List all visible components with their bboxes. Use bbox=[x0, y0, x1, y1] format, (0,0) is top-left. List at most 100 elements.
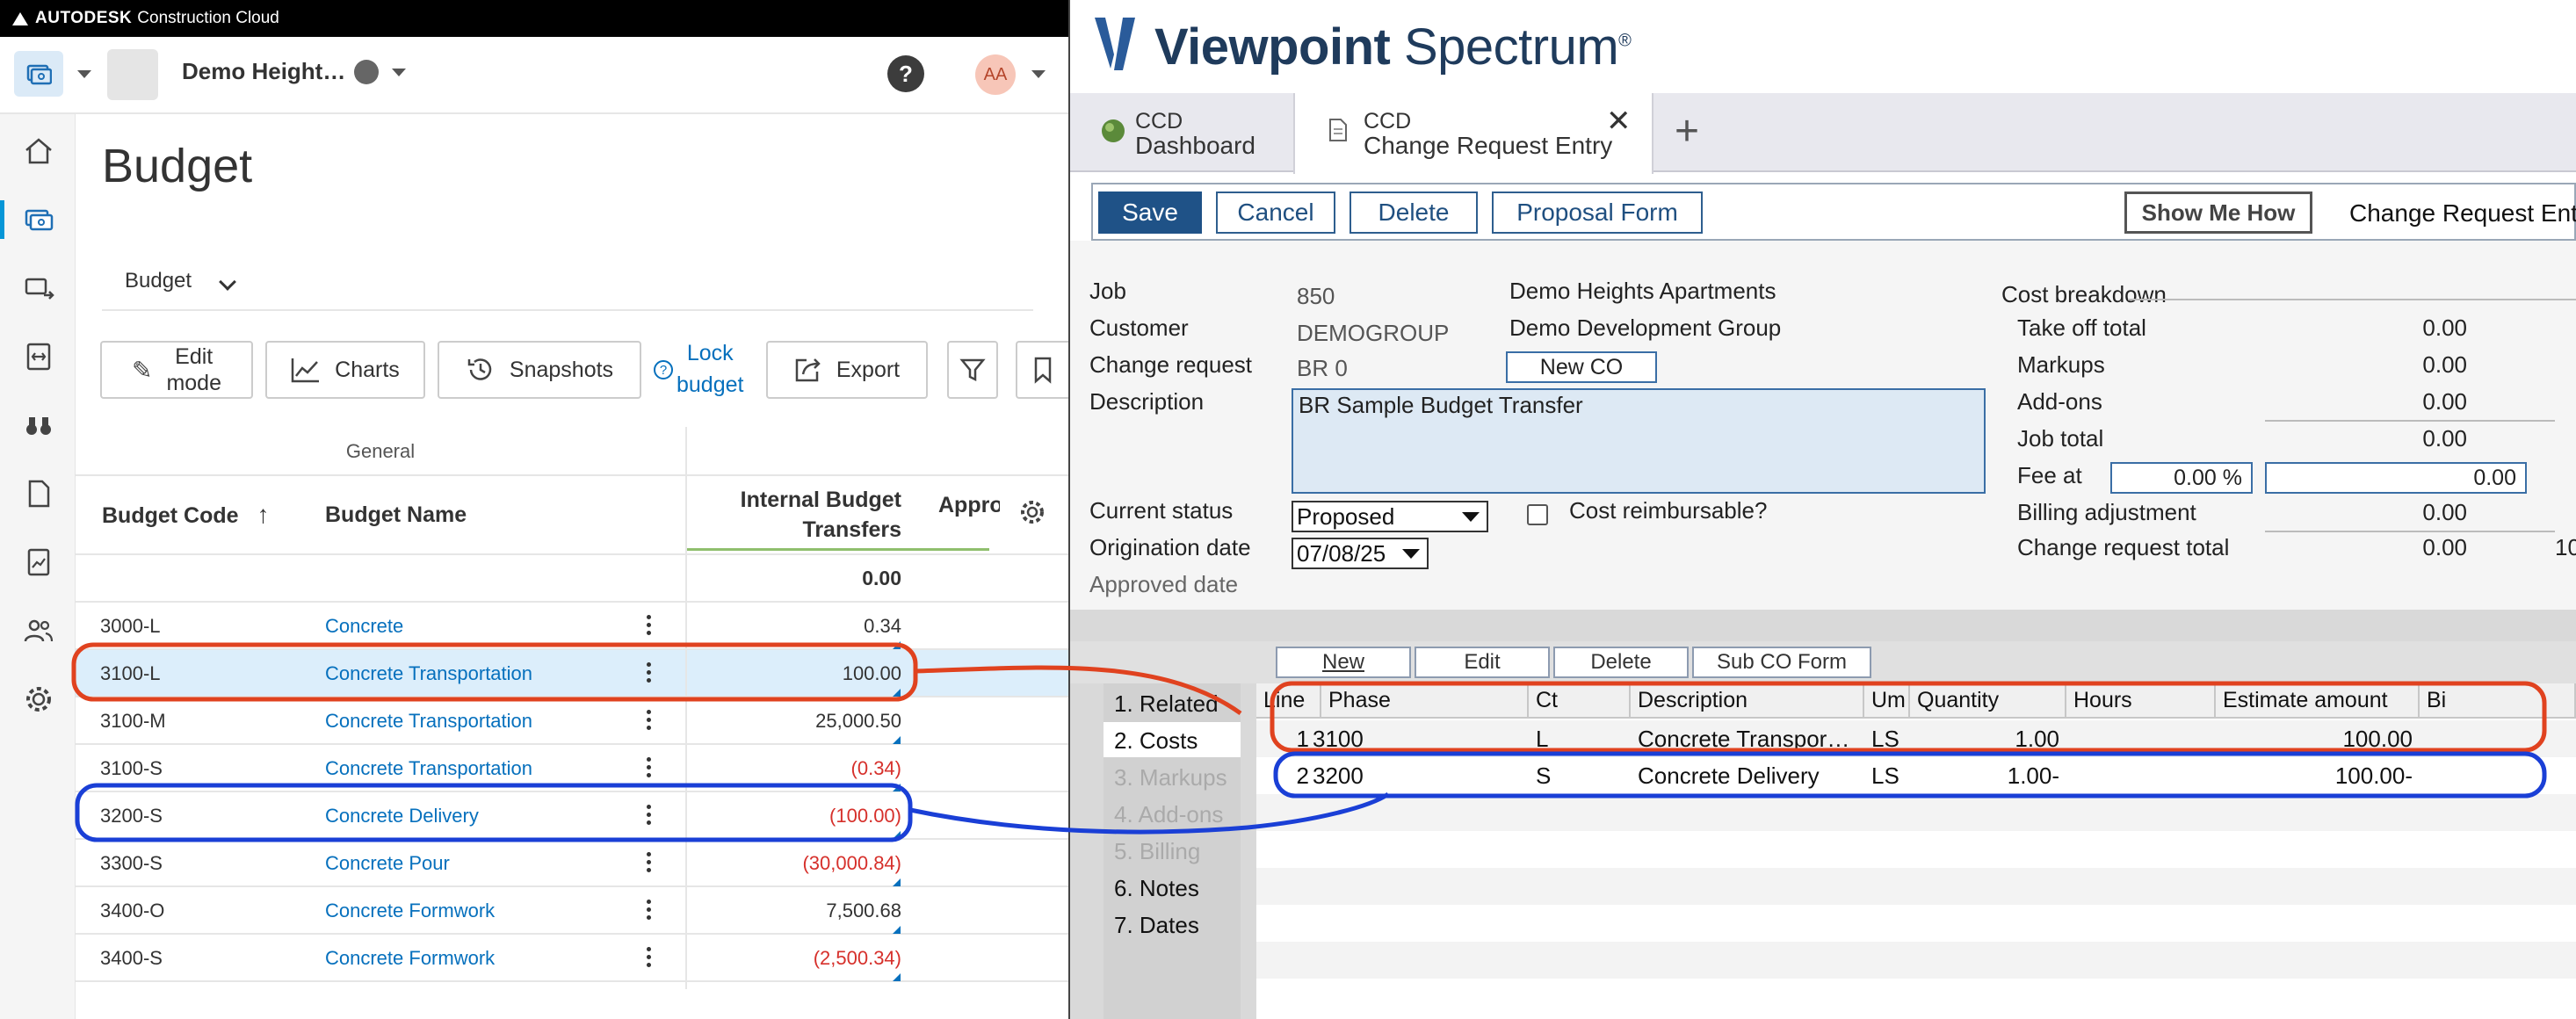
status-select[interactable]: Proposed bbox=[1292, 501, 1488, 532]
members-icon[interactable] bbox=[19, 611, 58, 650]
chevron-down-icon[interactable] bbox=[219, 273, 236, 291]
grid-column-header[interactable]: Hours bbox=[2066, 683, 2216, 719]
budget-row[interactable]: 3400-O Concrete Formwork 7,500.68 bbox=[76, 887, 1068, 935]
budget-row[interactable]: 3300-S Concrete Pour (30,000.84) bbox=[76, 840, 1068, 887]
description-textarea[interactable]: BR Sample Budget Transfer bbox=[1292, 388, 1986, 494]
settings-gear-icon[interactable] bbox=[19, 680, 58, 719]
grid-column-header[interactable]: Phase bbox=[1321, 683, 1529, 719]
delete-button[interactable]: Delete bbox=[1350, 192, 1478, 234]
budget-row[interactable]: 3100-M Concrete Transportation 25,000.50 bbox=[76, 697, 1068, 745]
grid-cell-ct[interactable]: S bbox=[1536, 757, 1624, 794]
internal-transfer-value[interactable]: (0.34) bbox=[687, 745, 901, 792]
edit-mode-button[interactable]: ✎ Edit mode bbox=[100, 341, 253, 399]
grid-new-button[interactable]: New bbox=[1276, 647, 1411, 678]
budget-name-link[interactable]: Concrete Transportation bbox=[325, 697, 532, 745]
section-tab[interactable]: 2. Costs bbox=[1114, 727, 1198, 755]
section-tab[interactable]: 7. Dates bbox=[1114, 912, 1199, 939]
home-icon[interactable] bbox=[19, 132, 58, 170]
export-button[interactable]: Export bbox=[766, 341, 928, 399]
budget-name-link[interactable]: Concrete bbox=[325, 603, 403, 650]
sub-co-form-button[interactable]: Sub CO Form bbox=[1692, 647, 1871, 678]
grid-column-header[interactable]: Line bbox=[1256, 683, 1321, 719]
new-co-button[interactable]: New CO bbox=[1506, 351, 1657, 383]
section-tab[interactable]: 1. Related bbox=[1114, 690, 1219, 718]
grid-cell-desc[interactable]: Concrete Delivery bbox=[1638, 757, 1857, 794]
lock-budget-link[interactable]: ? Lock budget bbox=[654, 337, 743, 401]
chevron-down-icon[interactable] bbox=[77, 70, 91, 78]
internal-transfer-value[interactable]: (100.00) bbox=[687, 792, 901, 840]
snapshots-button[interactable]: Snapshots bbox=[438, 341, 641, 399]
grid-column-header[interactable]: Bi bbox=[2420, 683, 2576, 719]
app-switcher-button[interactable] bbox=[14, 51, 63, 97]
budget-row[interactable]: 3100-L Concrete Transportation 100.00 bbox=[76, 650, 1068, 697]
internal-transfer-value[interactable]: (2,500.34) bbox=[687, 935, 901, 982]
grid-column-header[interactable]: Estimate amount bbox=[2216, 683, 2420, 719]
budget-name-link[interactable]: Concrete Formwork bbox=[325, 935, 495, 982]
filter-button[interactable] bbox=[947, 341, 998, 399]
binoculars-icon[interactable] bbox=[19, 406, 58, 444]
origination-date-select[interactable]: 07/08/25 bbox=[1292, 538, 1429, 569]
budget-view-dropdown[interactable]: Budget bbox=[125, 269, 192, 293]
grid-row[interactable]: 2 3200 S Concrete Delivery LS 1.00- 100.00- bbox=[1256, 757, 2576, 794]
tab-ccd-dashboard[interactable]: CCD Dashboard bbox=[1096, 93, 1307, 172]
grid-column-header[interactable]: Quantity bbox=[1910, 683, 2066, 719]
sort-arrow-up-icon[interactable]: ↑ bbox=[257, 501, 270, 528]
grid-delete-button[interactable]: Delete bbox=[1553, 647, 1689, 678]
avatar[interactable]: AA bbox=[975, 54, 1016, 95]
budget-row[interactable]: 3100-S Concrete Transportation (0.34) bbox=[76, 745, 1068, 792]
internal-transfer-value[interactable]: 7,500.68 bbox=[687, 887, 901, 935]
grid-edit-button[interactable]: Edit bbox=[1415, 647, 1550, 678]
close-tab-icon[interactable]: ✕ bbox=[1606, 104, 1632, 139]
charts-button[interactable]: Charts bbox=[265, 341, 425, 399]
fee-percent-input[interactable]: 0.00 % bbox=[2110, 462, 2253, 494]
chevron-down-icon[interactable] bbox=[392, 69, 406, 76]
project-name[interactable]: Demo Height… bbox=[182, 58, 345, 85]
section-tab[interactable]: 4. Add-ons bbox=[1114, 801, 1223, 828]
cancel-button[interactable]: Cancel bbox=[1216, 192, 1335, 234]
project-thumbnail[interactable] bbox=[107, 49, 158, 100]
row-menu-icon[interactable] bbox=[647, 662, 652, 685]
grid-cell-phase[interactable]: 3100 bbox=[1313, 720, 1506, 757]
change-request-value[interactable]: BR 0 bbox=[1297, 355, 1348, 382]
grid-cell-desc[interactable]: Concrete Transpor… bbox=[1638, 720, 1857, 757]
grid-column-header[interactable]: Ct bbox=[1529, 683, 1631, 719]
add-tab-icon[interactable]: + bbox=[1675, 107, 1699, 155]
internal-transfer-value[interactable]: 0.34 bbox=[687, 603, 901, 650]
cost-reimbursable-checkbox[interactable] bbox=[1527, 504, 1548, 525]
col-header-approved[interactable]: Appro bbox=[938, 476, 1000, 553]
grid-column-header[interactable]: Um bbox=[1864, 683, 1910, 719]
grid-cell-amount[interactable]: 100.00 bbox=[2223, 720, 2413, 757]
budget-name-link[interactable]: Concrete Pour bbox=[325, 840, 450, 887]
section-tab[interactable]: 3. Markups bbox=[1114, 764, 1227, 791]
proposal-form-button[interactable]: Proposal Form bbox=[1492, 192, 1703, 234]
section-tab[interactable]: 5. Billing bbox=[1114, 838, 1200, 865]
row-menu-icon[interactable] bbox=[647, 947, 652, 970]
report-icon[interactable] bbox=[19, 543, 58, 582]
row-menu-icon[interactable] bbox=[647, 805, 652, 827]
budget-row[interactable]: 3200-S Concrete Delivery (100.00) bbox=[76, 792, 1068, 840]
grid-cell-um[interactable]: LS bbox=[1871, 720, 1903, 757]
bookmark-button[interactable] bbox=[1016, 341, 1068, 399]
row-menu-icon[interactable] bbox=[647, 710, 652, 733]
grid-row[interactable]: 1 3100 L Concrete Transpor… LS 1.00 100.00 bbox=[1256, 720, 2576, 757]
row-menu-icon[interactable] bbox=[647, 852, 652, 875]
grid-cell-amount[interactable]: 100.00- bbox=[2223, 757, 2413, 794]
row-menu-icon[interactable] bbox=[647, 757, 652, 780]
grid-cell-ct[interactable]: L bbox=[1536, 720, 1624, 757]
internal-transfer-value[interactable]: (30,000.84) bbox=[687, 840, 901, 887]
budget-row[interactable]: 3400-S Concrete Formwork (2,500.34) bbox=[76, 935, 1068, 982]
internal-transfer-value[interactable]: 100.00 bbox=[687, 650, 901, 697]
grid-settings-gear-icon[interactable] bbox=[1017, 497, 1047, 527]
budget-name-link[interactable]: Concrete Transportation bbox=[325, 650, 532, 697]
grid-cell-phase[interactable]: 3200 bbox=[1313, 757, 1506, 794]
row-menu-icon[interactable] bbox=[647, 900, 652, 922]
col-header-internal-transfers[interactable]: Internal Budget Transfers bbox=[687, 476, 901, 553]
fee-amount-input[interactable]: 0.00 bbox=[2265, 462, 2527, 494]
budget-name-link[interactable]: Concrete Delivery bbox=[325, 792, 479, 840]
grid-cell-line[interactable]: 2 bbox=[1256, 757, 1309, 794]
tab-change-request-entry[interactable]: CCD Change Request Entry bbox=[1293, 93, 1653, 174]
row-menu-icon[interactable] bbox=[647, 615, 652, 638]
budget-row[interactable]: 3000-L Concrete 0.34 bbox=[76, 603, 1068, 650]
internal-transfer-value[interactable]: 25,000.50 bbox=[687, 697, 901, 745]
customer-value[interactable]: DEMOGROUP bbox=[1297, 320, 1449, 347]
